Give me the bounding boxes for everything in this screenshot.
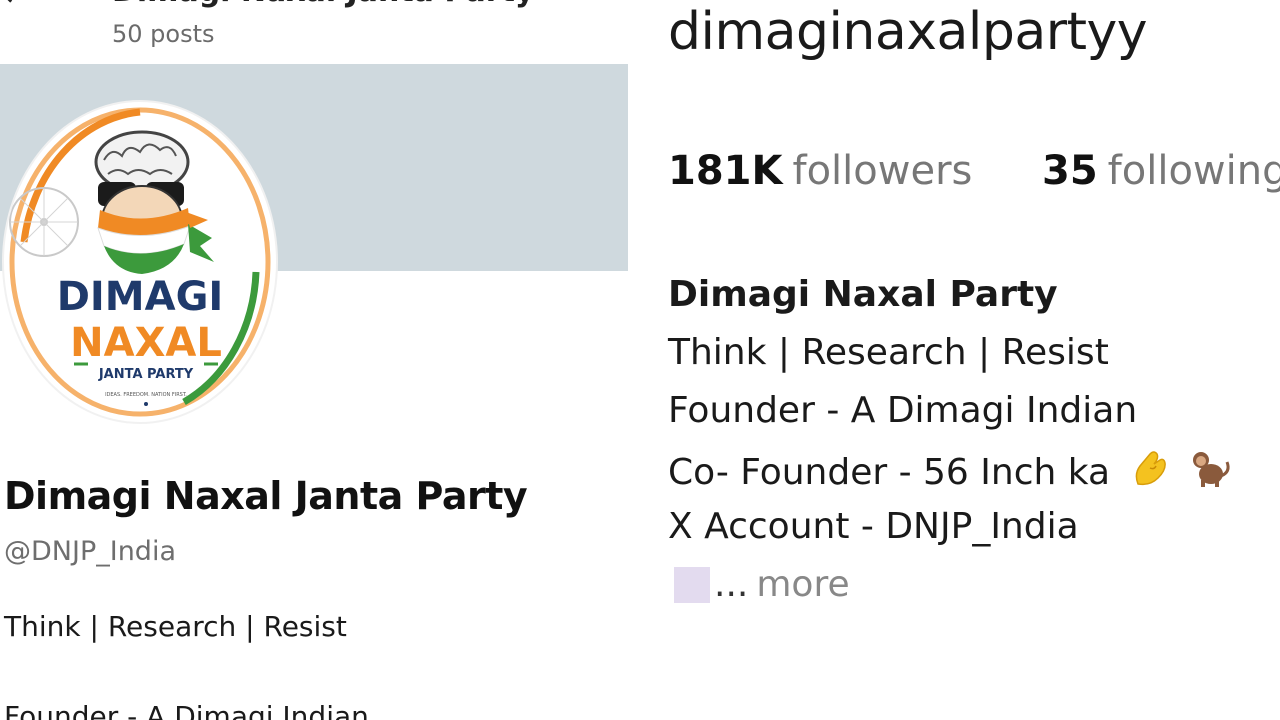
ig-display-name: Dimagi Naxal Party <box>668 274 1058 315</box>
ig-username: dimaginaxalpartyy <box>668 2 1148 62</box>
logo-text-naxal: NAXAL <box>70 320 222 366</box>
pinching-hand-icon <box>1130 448 1168 497</box>
x-header-title: Dimagi Naxal Janta Party <box>112 0 534 9</box>
ig-followers-label: followers <box>792 148 973 194</box>
ig-following-count: 35 <box>1042 148 1098 194</box>
screenshot-collage: ← Dimagi Naxal Janta Party 50 posts <box>0 0 1280 720</box>
x-display-name: Dimagi Naxal Janta Party <box>4 474 528 518</box>
x-handle[interactable]: @DNJP_India <box>4 536 176 567</box>
ig-followers-count: 181K <box>668 148 783 194</box>
monkey-icon <box>1187 448 1231 497</box>
x-profile-avatar[interactable]: DIMAGI NAXAL JANTA PARTY IDEAS. FREEDOM.… <box>4 102 276 422</box>
x-bio-line: Founder - A Dimagi Indian <box>4 700 369 720</box>
party-logo-icon: DIMAGI NAXAL JANTA PARTY IDEAS. FREEDOM.… <box>9 107 271 417</box>
ig-bio-line: Think | Research | Resist <box>668 332 1109 373</box>
ig-following-label: following <box>1107 148 1280 194</box>
ig-ellipsis: ... <box>714 564 749 605</box>
ig-bio-line: Founder - A Dimagi Indian <box>668 390 1138 431</box>
x-posts-count: 50 posts <box>112 20 215 48</box>
logo-tagline: IDEAS. FREEDOM. NATION FIRST. <box>105 392 187 398</box>
ig-following-stat[interactable]: 35 following <box>1042 148 1280 194</box>
ig-bio-line: X Account - DNJP_India <box>668 506 1079 547</box>
ig-bio-line-emoji: Co- Founder - 56 Inch ka <box>668 448 1231 497</box>
logo-text-dimagi: DIMAGI <box>57 274 224 320</box>
ig-profile-panel: dimaginaxalpartyy 181K followers 35 follow… <box>628 0 1280 720</box>
logo-text-janta-party: JANTA PARTY <box>98 367 194 382</box>
x-bio-line: Think | Research | Resist <box>4 610 347 643</box>
placeholder-glyph-icon <box>674 566 710 603</box>
arrow-left-icon[interactable]: ← <box>2 0 31 12</box>
ig-more-link[interactable]: more <box>756 564 849 605</box>
ig-bio-more-row[interactable]: ... more <box>674 564 850 608</box>
ig-followers-stat[interactable]: 181K followers <box>668 148 972 194</box>
x-profile-panel: ← Dimagi Naxal Janta Party 50 posts <box>0 0 628 720</box>
x-profile-header: ← Dimagi Naxal Janta Party 50 posts <box>0 0 628 64</box>
ig-bio-line: Co- Founder - 56 Inch ka <box>668 452 1111 493</box>
